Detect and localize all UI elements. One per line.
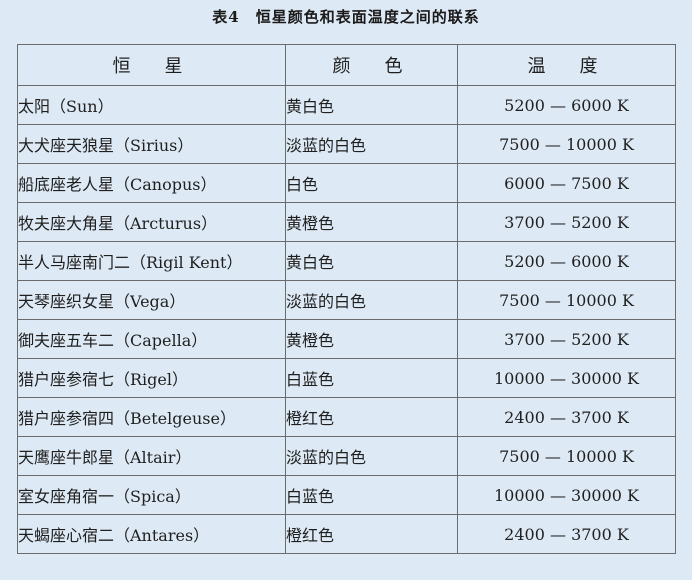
cell-temperature: 7500 — 10000 K xyxy=(457,124,676,164)
cell-star: 太阳（Sun） xyxy=(17,85,286,125)
cell-temperature: 6000 — 7500 K xyxy=(457,163,676,203)
table-row: 天鹰座牛郎星（Altair） 淡蓝的白色 7500 — 10000 K xyxy=(17,436,676,476)
table-caption: 表4 恒星颜色和表面温度之间的联系 xyxy=(212,8,480,26)
cell-temperature: 2400 — 3700 K xyxy=(457,397,676,437)
cell-temperature: 2400 — 3700 K xyxy=(457,514,676,554)
table-header-row: 恒 星 颜 色 温 度 xyxy=(17,44,676,86)
table-row: 天琴座织女星（Vega） 淡蓝的白色 7500 — 10000 K xyxy=(17,280,676,320)
table-row: 御夫座五车二（Capella） 黄橙色 3700 — 5200 K xyxy=(17,319,676,359)
cell-temperature: 7500 — 10000 K xyxy=(457,280,676,320)
cell-star: 猎户座参宿七（Rigel） xyxy=(17,358,286,398)
cell-star: 天琴座织女星（Vega） xyxy=(17,280,286,320)
cell-temperature: 5200 — 6000 K xyxy=(457,85,676,125)
header-color: 颜 色 xyxy=(285,44,458,86)
star-color-temperature-table: 恒 星 颜 色 温 度 太阳（Sun） 黄白色 5200 — 6000 K 大犬… xyxy=(17,44,676,554)
cell-temperature: 10000 — 30000 K xyxy=(457,475,676,515)
cell-star: 船底座老人星（Canopus） xyxy=(17,163,286,203)
cell-temperature: 3700 — 5200 K xyxy=(457,202,676,242)
table-row: 牧夫座大角星（Arcturus） 黄橙色 3700 — 5200 K xyxy=(17,202,676,242)
table-row: 船底座老人星（Canopus） 白色 6000 — 7500 K xyxy=(17,163,676,203)
cell-star: 御夫座五车二（Capella） xyxy=(17,319,286,359)
cell-color: 白色 xyxy=(285,163,458,203)
cell-temperature: 10000 — 30000 K xyxy=(457,358,676,398)
table-row: 室女座角宿一（Spica） 白蓝色 10000 — 30000 K xyxy=(17,475,676,515)
document-page: 表4 恒星颜色和表面温度之间的联系 恒 星 颜 色 温 度 太阳（Sun） 黄白… xyxy=(0,0,692,580)
header-star: 恒 星 xyxy=(17,44,286,86)
cell-color: 橙红色 xyxy=(285,397,458,437)
header-temperature: 温 度 xyxy=(457,44,676,86)
cell-color: 白蓝色 xyxy=(285,358,458,398)
table-row: 猎户座参宿七（Rigel） 白蓝色 10000 — 30000 K xyxy=(17,358,676,398)
cell-color: 淡蓝的白色 xyxy=(285,124,458,164)
cell-color: 橙红色 xyxy=(285,514,458,554)
cell-color: 黄白色 xyxy=(285,241,458,281)
table-row: 天蝎座心宿二（Antares） 橙红色 2400 — 3700 K xyxy=(17,514,676,554)
cell-star: 天蝎座心宿二（Antares） xyxy=(17,514,286,554)
cell-temperature: 7500 — 10000 K xyxy=(457,436,676,476)
table-row: 猎户座参宿四（Betelgeuse） 橙红色 2400 — 3700 K xyxy=(17,397,676,437)
cell-star: 室女座角宿一（Spica） xyxy=(17,475,286,515)
cell-temperature: 3700 — 5200 K xyxy=(457,319,676,359)
cell-color: 淡蓝的白色 xyxy=(285,280,458,320)
cell-star: 牧夫座大角星（Arcturus） xyxy=(17,202,286,242)
cell-star: 半人马座南门二（Rigil Kent） xyxy=(17,241,286,281)
cell-star: 大犬座天狼星（Sirius） xyxy=(17,124,286,164)
cell-color: 黄橙色 xyxy=(285,319,458,359)
cell-star: 猎户座参宿四（Betelgeuse） xyxy=(17,397,286,437)
cell-color: 淡蓝的白色 xyxy=(285,436,458,476)
cell-color: 黄白色 xyxy=(285,85,458,125)
cell-temperature: 5200 — 6000 K xyxy=(457,241,676,281)
cell-star: 天鹰座牛郎星（Altair） xyxy=(17,436,286,476)
cell-color: 白蓝色 xyxy=(285,475,458,515)
table-row: 太阳（Sun） 黄白色 5200 — 6000 K xyxy=(17,85,676,125)
table-row: 半人马座南门二（Rigil Kent） 黄白色 5200 — 6000 K xyxy=(17,241,676,281)
table-row: 大犬座天狼星（Sirius） 淡蓝的白色 7500 — 10000 K xyxy=(17,124,676,164)
cell-color: 黄橙色 xyxy=(285,202,458,242)
